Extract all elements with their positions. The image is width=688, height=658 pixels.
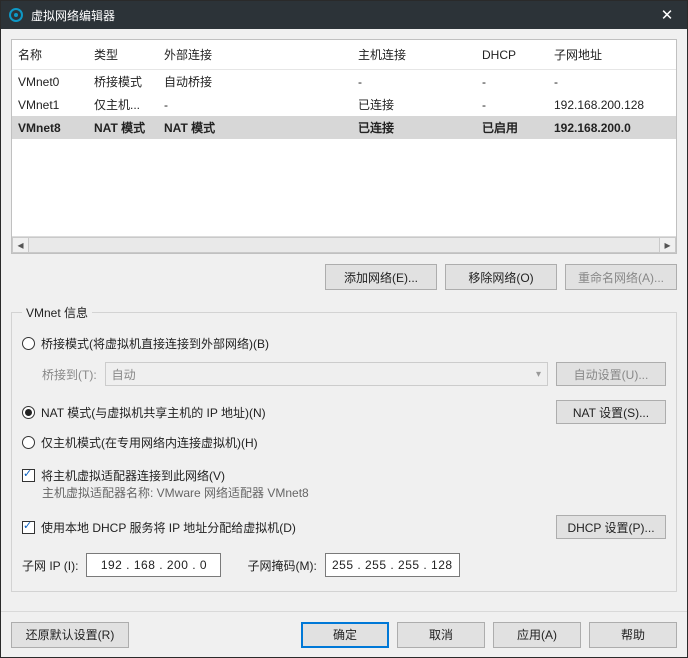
dhcp-settings-button[interactable]: DHCP 设置(P)... xyxy=(556,515,666,539)
vmnet-info-legend: VMnet 信息 xyxy=(22,304,92,321)
cell-host: 已连接 xyxy=(352,116,476,139)
scroll-right-icon[interactable]: ▸ xyxy=(659,237,676,253)
auto-settings-button: 自动设置(U)... xyxy=(556,362,666,386)
bridge-to-select: 自动 ▾ xyxy=(105,362,548,386)
ok-button[interactable]: 确定 xyxy=(301,622,389,648)
connect-adapter-label: 将主机虚拟适配器连接到此网络(V) xyxy=(41,467,225,484)
bridge-to-value: 自动 xyxy=(112,366,136,383)
dialog-footer: 还原默认设置(R) 确定 取消 应用(A) 帮助 xyxy=(1,611,687,657)
app-icon xyxy=(9,8,23,22)
scroll-track[interactable] xyxy=(29,237,659,253)
close-icon[interactable]: ✕ xyxy=(647,1,687,29)
col-type[interactable]: 类型 xyxy=(88,40,158,70)
nat-radio[interactable] xyxy=(22,406,35,419)
hostonly-radio[interactable] xyxy=(22,436,35,449)
cell-type: NAT 模式 xyxy=(88,116,158,139)
restore-defaults-button[interactable]: 还原默认设置(R) xyxy=(11,622,129,648)
table-row[interactable]: VMnet0桥接模式自动桥接--- xyxy=(12,70,676,94)
nat-label: NAT 模式(与虚拟机共享主机的 IP 地址)(N) xyxy=(41,404,266,421)
subnet-mask-input[interactable]: 255 . 255 . 255 . 128 xyxy=(325,553,460,577)
cell-external: NAT 模式 xyxy=(158,116,352,139)
cell-dhcp: 已启用 xyxy=(476,116,548,139)
cell-name: VMnet0 xyxy=(12,70,88,94)
cell-subnet: - xyxy=(548,70,676,94)
bridged-label: 桥接模式(将虚拟机直接连接到外部网络)(B) xyxy=(41,335,269,352)
virtual-network-editor-window: 虚拟网络编辑器 ✕ 名称 类型 外部连接 主机连接 DHCP 子网地址 xyxy=(0,0,688,658)
table-row[interactable]: VMnet1仅主机...-已连接-192.168.200.128 xyxy=(12,93,676,116)
subnet-mask-label: 子网掩码(M): xyxy=(247,557,316,574)
use-dhcp-label: 使用本地 DHCP 服务将 IP 地址分配给虚拟机(D) xyxy=(41,519,296,536)
networks-table: 名称 类型 外部连接 主机连接 DHCP 子网地址 VMnet0桥接模式自动桥接… xyxy=(11,39,677,254)
adapter-name-text: 主机虚拟适配器名称: VMware 网络适配器 VMnet8 xyxy=(22,484,666,501)
cell-dhcp: - xyxy=(476,70,548,94)
scroll-left-icon[interactable]: ◂ xyxy=(12,237,29,253)
window-title: 虚拟网络编辑器 xyxy=(31,7,647,24)
titlebar: 虚拟网络编辑器 ✕ xyxy=(1,1,687,29)
col-external[interactable]: 外部连接 xyxy=(158,40,352,70)
hostonly-label: 仅主机模式(在专用网络内连接虚拟机)(H) xyxy=(41,434,258,451)
nat-settings-button[interactable]: NAT 设置(S)... xyxy=(556,400,666,424)
cell-external: - xyxy=(158,93,352,116)
cell-host: 已连接 xyxy=(352,93,476,116)
subnet-ip-label: 子网 IP (I): xyxy=(22,557,78,574)
cell-name: VMnet1 xyxy=(12,93,88,116)
cell-dhcp: - xyxy=(476,93,548,116)
cell-subnet: 192.168.200.0 xyxy=(548,116,676,139)
cell-external: 自动桥接 xyxy=(158,70,352,94)
rename-network-button: 重命名网络(A)... xyxy=(565,264,677,290)
col-subnet[interactable]: 子网地址 xyxy=(548,40,676,70)
table-row[interactable]: VMnet8NAT 模式NAT 模式已连接已启用192.168.200.0 xyxy=(12,116,676,139)
cell-type: 仅主机... xyxy=(88,93,158,116)
horizontal-scrollbar[interactable]: ◂ ▸ xyxy=(12,236,676,253)
vmnet-info-group: VMnet 信息 桥接模式(将虚拟机直接连接到外部网络)(B) 桥接到(T): … xyxy=(11,304,677,592)
chevron-down-icon: ▾ xyxy=(536,369,541,380)
col-name[interactable]: 名称 xyxy=(12,40,88,70)
bridged-radio[interactable] xyxy=(22,337,35,350)
cell-name: VMnet8 xyxy=(12,116,88,139)
cell-host: - xyxy=(352,70,476,94)
apply-button[interactable]: 应用(A) xyxy=(493,622,581,648)
cell-type: 桥接模式 xyxy=(88,70,158,94)
col-host[interactable]: 主机连接 xyxy=(352,40,476,70)
add-network-button[interactable]: 添加网络(E)... xyxy=(325,264,437,290)
use-dhcp-checkbox[interactable] xyxy=(22,521,35,534)
cancel-button[interactable]: 取消 xyxy=(397,622,485,648)
subnet-ip-input[interactable]: 192 . 168 . 200 . 0 xyxy=(86,553,221,577)
help-button[interactable]: 帮助 xyxy=(589,622,677,648)
cell-subnet: 192.168.200.128 xyxy=(548,93,676,116)
col-dhcp[interactable]: DHCP xyxy=(476,40,548,70)
remove-network-button[interactable]: 移除网络(O) xyxy=(445,264,557,290)
bridge-to-label: 桥接到(T): xyxy=(42,366,97,383)
connect-adapter-checkbox[interactable] xyxy=(22,469,35,482)
